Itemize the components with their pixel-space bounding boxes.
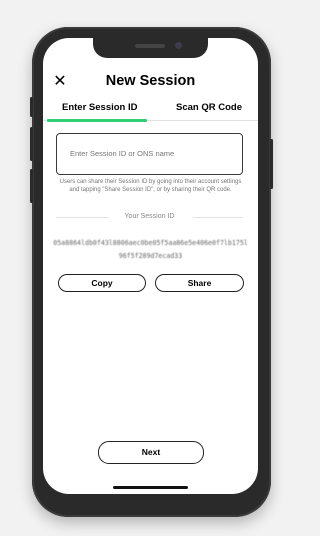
speaker <box>135 44 165 48</box>
notch <box>93 38 208 58</box>
app-screen: ✕ New Session Enter Session ID Scan QR C… <box>43 38 258 494</box>
page-title: New Session <box>105 73 196 89</box>
share-button[interactable]: Share <box>155 274 244 292</box>
copy-button[interactable]: Copy <box>58 274 146 292</box>
your-session-id-divider: Your Session ID <box>56 213 243 223</box>
tab-enter-session-id[interactable]: Enter Session ID <box>62 102 138 113</box>
volume-up-button <box>30 127 33 161</box>
next-button[interactable]: Next <box>98 441 204 464</box>
session-id-input[interactable] <box>70 146 230 160</box>
volume-down-button <box>30 169 33 203</box>
power-button <box>270 139 273 189</box>
session-id-input-container[interactable] <box>56 133 243 175</box>
help-text: Users can share their Session ID by goin… <box>59 179 242 193</box>
home-indicator <box>113 486 188 489</box>
divider-line-right <box>193 217 243 218</box>
mute-switch <box>30 97 33 117</box>
front-camera <box>175 42 182 49</box>
active-tab-indicator <box>47 119 147 122</box>
tab-scan-qr-code[interactable]: Scan QR Code <box>176 102 242 113</box>
session-id-value: 05a8864ldb0f43l8806aec0be05f5aa86e5e406e… <box>53 239 248 260</box>
